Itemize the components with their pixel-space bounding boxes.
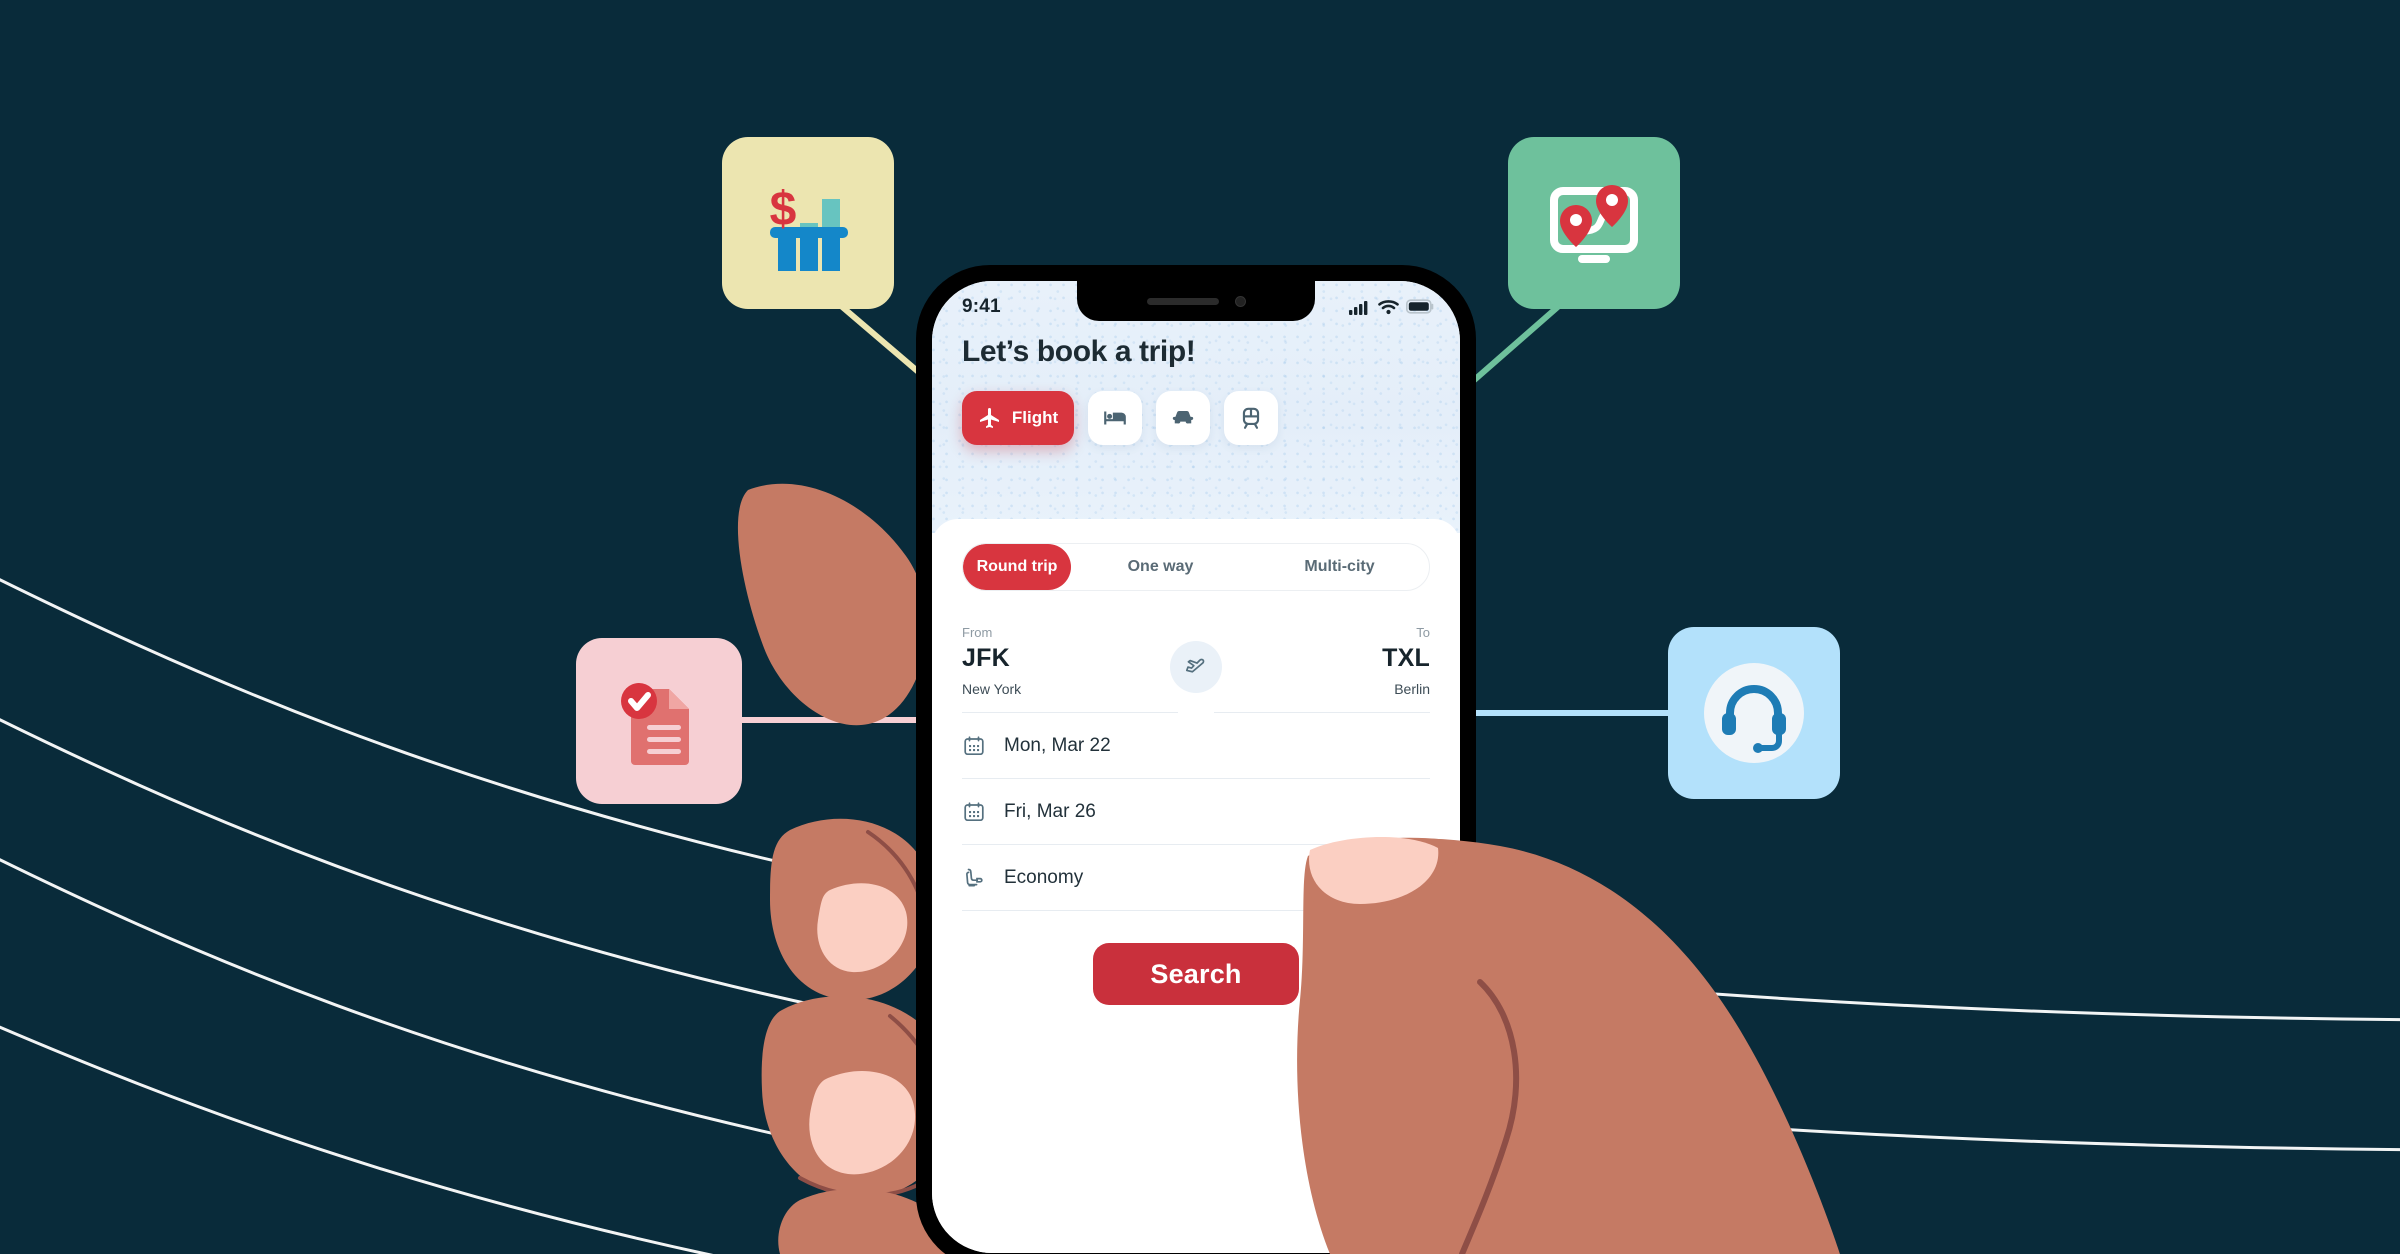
tab-one-way[interactable]: One way — [1071, 544, 1250, 590]
cellular-signal-icon — [1349, 300, 1368, 315]
front-camera-icon — [1234, 295, 1246, 307]
phone-screen: 9:41 Let’s book a trip! Flight Round tri… — [932, 281, 1460, 1253]
status-time: 9:41 — [962, 295, 1001, 317]
phone-notch — [1077, 281, 1315, 321]
airplane-icon — [979, 408, 999, 428]
origin-code: JFK — [962, 644, 1010, 672]
page-title: Let’s book a trip! — [962, 335, 1196, 368]
wifi-icon — [1378, 299, 1399, 314]
route-selector: From JFK New York To TXL Berlin — [962, 625, 1430, 713]
car-icon — [1172, 410, 1194, 424]
booking-form: Round trip One way Multi-city From JFK N… — [932, 519, 1460, 1253]
smartphone-device: 9:41 Let’s book a trip! Flight Round tri… — [918, 267, 1474, 1254]
calendar-icon — [964, 735, 984, 755]
airplane-seat-icon — [966, 868, 983, 886]
travel-mode-chips: Flight — [932, 369, 1460, 445]
illustration-stage: $ 9:41 Let’s book a trip! Flight Round t… — [0, 0, 2400, 1254]
map-route-card[interactable] — [1508, 137, 1680, 309]
document-check-icon — [621, 683, 689, 765]
destination-label: To — [1416, 625, 1430, 640]
destination-city: Berlin — [1394, 681, 1430, 697]
depart-date-field[interactable]: Mon, Mar 22 — [962, 713, 1430, 779]
tab-round-trip[interactable]: Round trip — [963, 544, 1071, 590]
origin-field[interactable]: From JFK New York — [962, 625, 1152, 697]
mode-chip-flight-label: Flight — [1011, 408, 1059, 427]
headset-icon — [1704, 663, 1804, 763]
mode-chip-car[interactable] — [1156, 391, 1210, 445]
swap-route-button[interactable] — [1170, 641, 1222, 693]
calendar-icon — [964, 801, 984, 821]
battery-icon — [1406, 299, 1434, 314]
train-icon — [1242, 407, 1260, 429]
depart-date-value: Mon, Mar 22 — [1004, 734, 1111, 756]
mode-chip-hotel[interactable] — [1088, 391, 1142, 445]
svg-text:$: $ — [770, 183, 797, 236]
origin-label: From — [962, 625, 993, 640]
origin-city: New York — [962, 681, 1022, 697]
approved-doc-card[interactable] — [576, 638, 742, 804]
trip-type-tabs: Round trip One way Multi-city — [962, 543, 1430, 591]
tab-multi-city[interactable]: Multi-city — [1250, 544, 1429, 590]
cabin-class-value: Economy — [1004, 866, 1084, 888]
hotel-bed-icon — [1104, 411, 1126, 425]
chevron-down-icon[interactable] — [1408, 868, 1428, 888]
support-card[interactable] — [1668, 627, 1840, 799]
dollar-bar-chart-icon: $ — [770, 183, 848, 271]
return-date-value: Fri, Mar 26 — [1004, 800, 1096, 822]
mode-chip-train[interactable] — [1224, 391, 1278, 445]
return-date-field[interactable]: Fri, Mar 26 — [962, 779, 1430, 845]
money-chart-card[interactable]: $ — [722, 137, 894, 309]
earpiece-speaker — [1146, 297, 1219, 305]
destination-code: TXL — [1382, 644, 1430, 672]
destination-field[interactable]: To TXL Berlin — [1240, 625, 1430, 697]
map-route-screen-icon — [1550, 185, 1638, 263]
airplane-takeoff-icon — [1185, 658, 1205, 673]
cabin-class-field[interactable]: Economy — [962, 845, 1430, 911]
mode-chip-flight[interactable]: Flight — [962, 391, 1074, 445]
search-button[interactable]: Search — [1093, 943, 1299, 1005]
